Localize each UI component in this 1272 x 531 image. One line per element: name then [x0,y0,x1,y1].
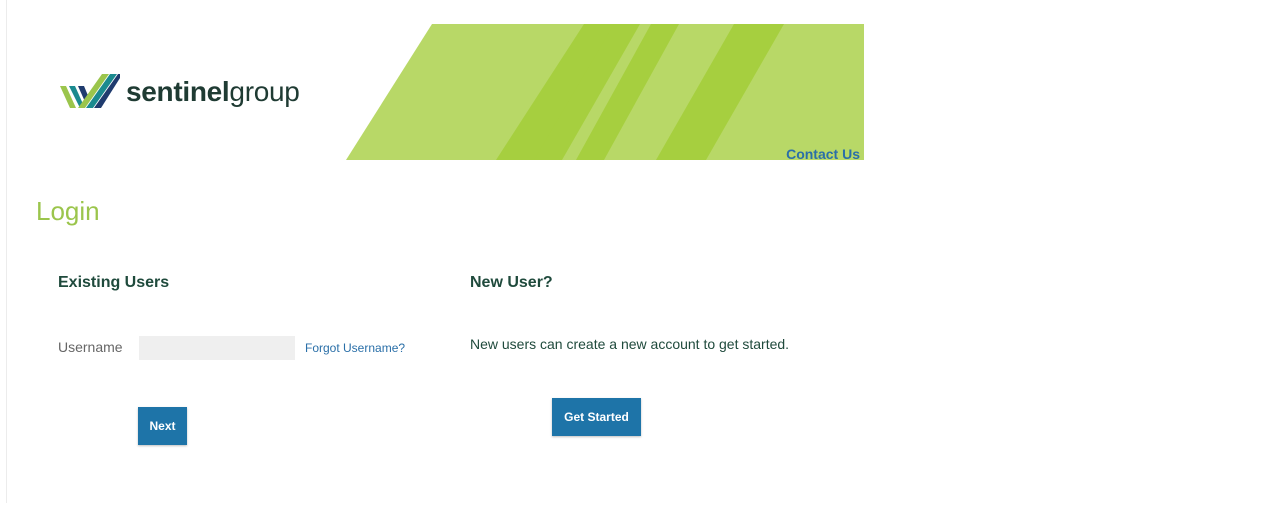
next-button[interactable]: Next [138,407,187,445]
brand-name-light: group [229,76,300,107]
header-banner: Contact Us [346,24,864,160]
username-label: Username [58,339,123,355]
page-left-border [6,0,7,503]
login-page: sentinelgroup Contact Us Login Existing … [0,0,1272,531]
page-title: Login [36,196,100,226]
brand-name-bold: sentinel [126,76,230,107]
get-started-button[interactable]: Get Started [552,398,641,436]
new-user-heading: New User? [470,274,553,291]
username-input[interactable] [139,336,295,360]
existing-users-heading: Existing Users [58,274,170,291]
contact-us-link[interactable]: Contact Us [786,146,860,160]
brand-wordmark: sentinelgroup [126,78,300,106]
sentinel-chevron-logo-icon [60,74,120,108]
new-user-description: New users can create a new account to ge… [470,336,790,352]
sentinel-group-logo[interactable]: sentinelgroup [58,68,300,116]
forgot-username-link[interactable]: Forgot Username? [305,341,405,355]
banner-stripes-graphic [346,24,864,160]
